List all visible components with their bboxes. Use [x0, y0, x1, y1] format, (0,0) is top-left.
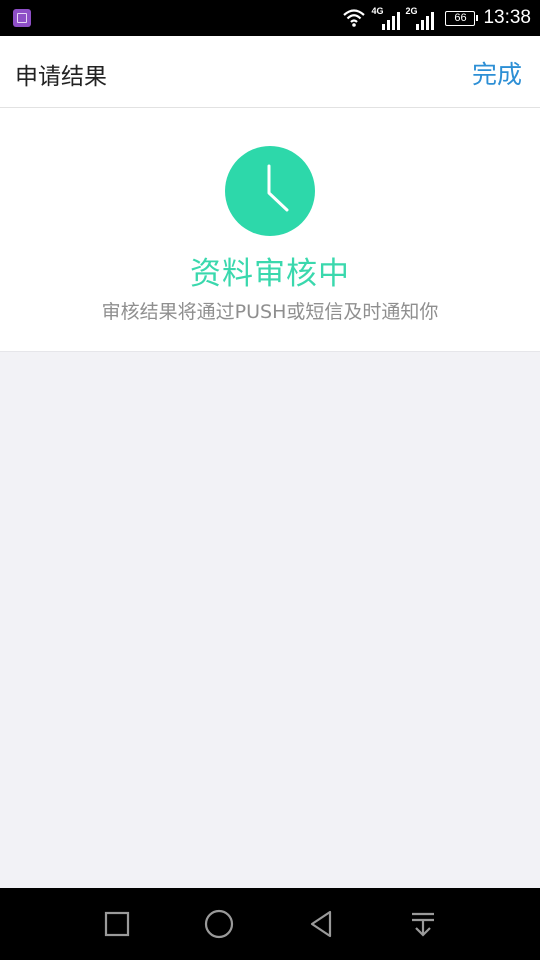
page-title: 申请结果 — [15, 64, 107, 90]
navigation-bar — [0, 888, 540, 960]
gallery-app-icon — [13, 9, 31, 27]
back-icon[interactable] — [303, 906, 339, 942]
status-time: 13:38 — [483, 7, 531, 28]
clock-icon — [225, 146, 315, 236]
wifi-icon — [343, 9, 366, 27]
status-indicators: 4G 2G 66 13:38 — [343, 0, 531, 36]
header: 申请结果 完成 — [0, 36, 540, 108]
review-status-description: 审核结果将通过PUSH或短信及时通知你 — [101, 301, 439, 323]
signal-4g-icon: 4G — [371, 5, 401, 31]
recent-apps-icon[interactable] — [99, 906, 135, 942]
battery-icon: 66 — [445, 10, 479, 26]
status-bar: 4G 2G 66 13:38 — [0, 0, 540, 36]
home-icon[interactable] — [201, 906, 237, 942]
signal-2g-icon: 2G — [405, 5, 435, 31]
review-status-title: 资料审核中 — [190, 256, 350, 292]
result-card: 资料审核中 审核结果将通过PUSH或短信及时通知你 — [0, 108, 540, 352]
done-button[interactable]: 完成 — [472, 55, 522, 91]
notification-pulldown-icon[interactable] — [405, 906, 441, 942]
